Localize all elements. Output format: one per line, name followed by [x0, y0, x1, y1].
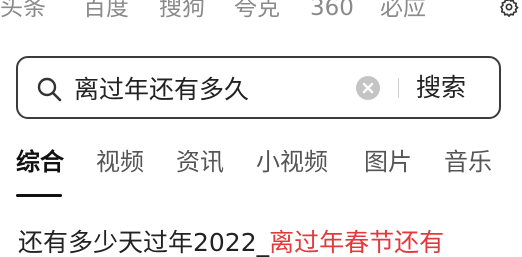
engine-tab-bar: 头条 百度 搜狗 夸克 360 必应 [0, 0, 522, 28]
search-divider [398, 78, 399, 98]
engine-tab-bing[interactable]: 必应 [380, 0, 426, 28]
search-input[interactable] [74, 58, 354, 117]
result-title-link[interactable]: 还有多少天过年2022_离过年春节还有 [18, 226, 444, 257]
search-box: 搜索 [16, 56, 501, 119]
gear-icon[interactable] [499, 0, 519, 17]
search-icon [37, 77, 62, 102]
search-button[interactable]: 搜索 [416, 58, 466, 117]
result-title-highlight: 离过年春节还有 [269, 228, 445, 257]
tab-short-video[interactable]: 小视频 [256, 146, 328, 178]
engine-tab-baidu[interactable]: 百度 [83, 0, 129, 28]
result-title-text: 还有多少天过年2022_ [18, 228, 270, 257]
engine-tab-sogou[interactable]: 搜狗 [159, 0, 205, 28]
engine-tab-360[interactable]: 360 [310, 0, 354, 28]
clear-icon[interactable] [356, 76, 380, 100]
active-tab-indicator [16, 194, 62, 197]
engine-tab-toutiao[interactable]: 头条 [0, 0, 46, 28]
tab-news[interactable]: 资讯 [176, 146, 224, 178]
engine-tab-quark[interactable]: 夸克 [234, 0, 280, 28]
tab-comprehensive[interactable]: 综合 [16, 146, 64, 178]
tab-music[interactable]: 音乐 [444, 146, 492, 178]
tab-images[interactable]: 图片 [364, 146, 412, 178]
page: 头条 百度 搜狗 夸克 360 必应 搜索 综合 视频 资讯 小视 [0, 0, 522, 257]
tab-video[interactable]: 视频 [96, 146, 144, 178]
